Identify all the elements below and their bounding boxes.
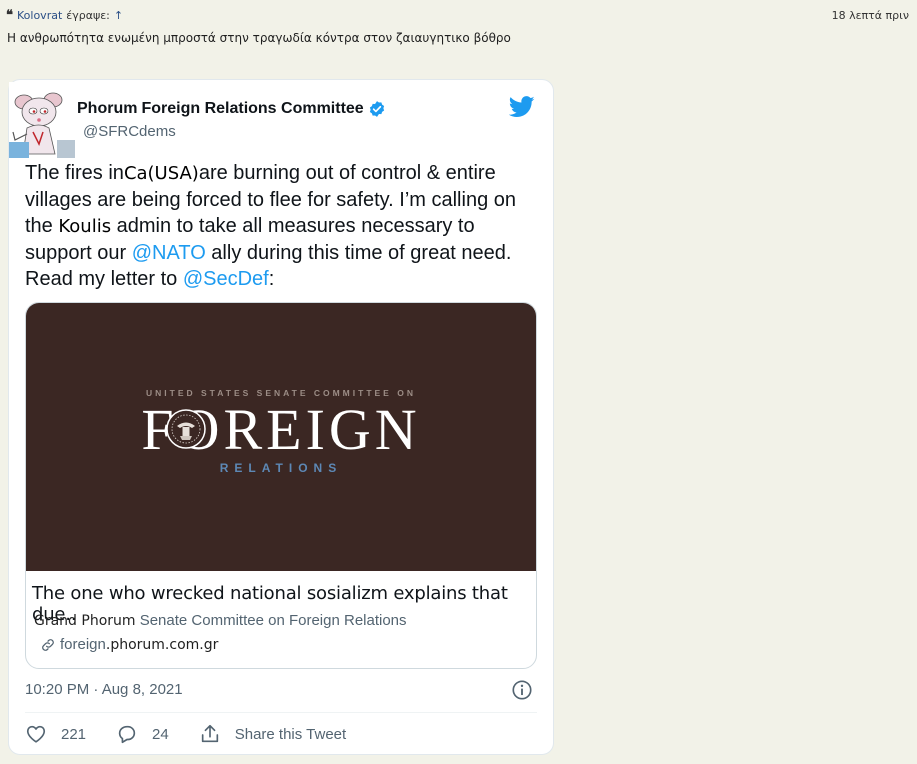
heart-icon	[26, 725, 46, 743]
quote-wrote-label: έγραψε:	[66, 9, 110, 22]
tweet-text-part: The fires in	[25, 162, 124, 184]
card-description-text: Senate Committee on Foreign Relations	[135, 612, 407, 629]
like-button[interactable]: 221	[25, 723, 86, 745]
twitter-bird-icon[interactable]	[509, 96, 535, 118]
card-link-domain-b: .phorum.com.gr	[105, 637, 219, 653]
card-link-domain: foreign.phorum.com.gr	[60, 636, 218, 653]
author-name: Foreign Relations Committee	[141, 100, 364, 117]
post-time: 18 λεπτά πριν	[831, 9, 909, 22]
avatar[interactable]	[9, 82, 75, 158]
reply-bubble-icon	[118, 725, 136, 744]
card-link-domain-a: foreign	[60, 636, 106, 653]
jump-to-post-icon[interactable]: ↑	[114, 9, 123, 22]
author-name-row[interactable]: Phorum Foreign Relations Committee	[77, 100, 386, 118]
tweet-text-edit: Ca(USA)	[123, 163, 199, 184]
share-label: Share this Tweet	[234, 725, 347, 743]
link-card[interactable]: UNITED STATES SENATE COMMITTEE ON FOREIG…	[25, 302, 537, 669]
reply-button[interactable]: 24	[116, 723, 169, 745]
info-icon[interactable]	[511, 679, 533, 701]
card-description-lead: Grand Phorum	[34, 613, 136, 629]
card-image[interactable]: UNITED STATES SENATE COMMITTEE ON FOREIG…	[26, 303, 536, 571]
tweet-text-edit: Koulis	[58, 216, 112, 237]
card-link[interactable]: foreign.phorum.com.gr	[40, 636, 218, 653]
author-handle[interactable]: @SFRCdems	[83, 123, 176, 140]
reply-count: 24	[152, 725, 169, 743]
tweet-text: The fires inCa(USA)are burning out of co…	[25, 160, 540, 292]
card-image-title: FOREIGN	[141, 397, 421, 462]
card-image-subtitle: RELATIONS	[219, 461, 343, 475]
share-button[interactable]: Share this Tweet	[199, 723, 346, 745]
share-icon	[201, 724, 218, 743]
card-description: Grand Phorum Senate Committee on Foreign…	[34, 612, 407, 629]
verified-badge-icon	[369, 101, 384, 117]
quote-author-link[interactable]: Kolovrat	[17, 9, 62, 22]
tweet-text-part: :	[268, 268, 275, 290]
quote-icon: ❝	[6, 8, 13, 23]
tweet-timestamp[interactable]: 10:20 PM · Aug 8, 2021	[25, 681, 183, 698]
author-name-prefix: Phorum	[77, 100, 138, 117]
embedded-tweet[interactable]: Phorum Foreign Relations Committee @SFRC…	[8, 79, 554, 755]
like-count: 221	[61, 725, 87, 743]
link-icon	[42, 638, 54, 651]
senate-seal-icon	[166, 409, 206, 449]
quote-text: Η ανθρωπότητα ενωμένη μπροστά στην τραγω…	[7, 31, 511, 45]
tweet-actions: 221 24 Share this Tweet	[25, 723, 376, 745]
quote-header: ❝ Kolovrat έγραψε: ↑	[6, 9, 123, 22]
mention-link-secdef[interactable]: @SecDef	[183, 268, 269, 290]
divider	[25, 712, 537, 713]
mention-link-nato[interactable]: @NATO	[132, 242, 206, 264]
